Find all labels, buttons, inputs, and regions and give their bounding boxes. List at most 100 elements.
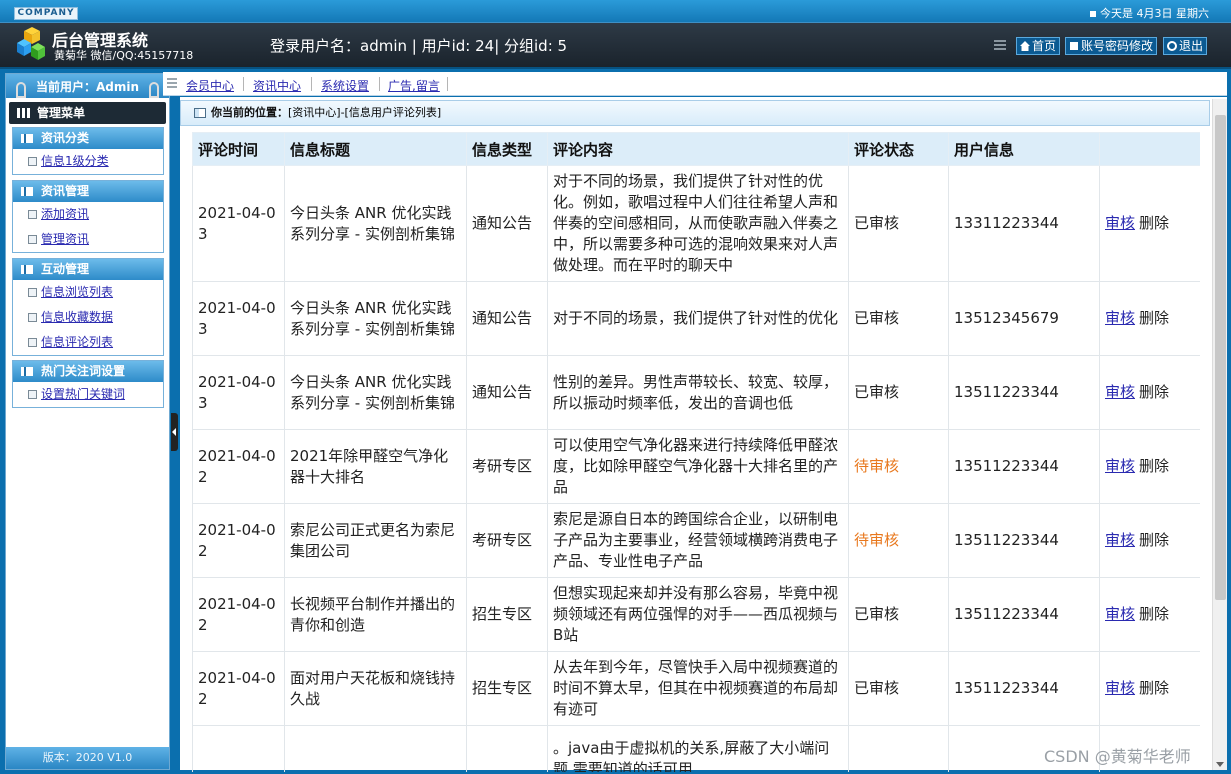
document-icon (1069, 41, 1079, 51)
nav-system-settings[interactable]: 系统设置 (321, 77, 369, 94)
login-info: 登录用户名：admin | 用户id: 24| 分组id: 5 (270, 37, 568, 55)
date-display: 今天是 4月3日 星期六 (1090, 5, 1209, 21)
home-button[interactable]: 首页 (1016, 37, 1061, 55)
breadcrumb-label: 你当前的位置： (211, 106, 288, 119)
cell-content: 索尼是源自日本的跨国综合企业，以研制电子产品为主要事业，经营领域横跨消费电子产品… (547, 503, 849, 578)
nav-ads-messages[interactable]: 广告,留言 (388, 77, 440, 94)
menu-group-interaction: 互动管理 信息浏览列表 信息收藏数据 信息评论列表 (12, 258, 164, 356)
cell-content: 对于不同的场景，我们提供了针对性的优化 (547, 281, 849, 356)
delete-link[interactable]: 删除 (1139, 679, 1169, 697)
nav-separator (243, 77, 244, 91)
col-header-user: 用户信息 (948, 132, 1100, 166)
pin-icon (149, 82, 159, 98)
sidebar-item-favorites[interactable]: 信息收藏数据 (13, 305, 163, 330)
sidebar-item-comments[interactable]: 信息评论列表 (13, 330, 163, 355)
scroll-down-arrow-icon[interactable] (1216, 762, 1224, 767)
cell-actions: 审核 删除 (1099, 577, 1200, 652)
grip-icon (167, 78, 177, 90)
table-row: 2021-04-03 今日头条 ANR 优化实践系列分享 - 实例剖析集锦 通知公告… (192, 281, 1200, 356)
collapse-sidebar-handle[interactable] (171, 413, 178, 451)
logout-button[interactable]: 退出 (1163, 37, 1208, 55)
table-row: 2021-04-02 面对用户天花板和烧钱持久战 招生专区 从去年到今年，尽管快手入局… (192, 651, 1200, 726)
menu-group-hot-words: 热门关注词设置 设置热门关键词 (12, 360, 164, 408)
cell-time: 2021-04-03 (192, 281, 285, 356)
cell-type: 通知公告 (466, 165, 548, 282)
top-header: COMPANY 今天是 4月3日 星期六 后台管理系统 黄菊华 微信/QQ:45… (0, 0, 1231, 69)
doc-icon (28, 338, 37, 347)
cell-type: 通知公告 (466, 355, 548, 430)
sidebar-item-add-news[interactable]: 添加资讯 (13, 202, 163, 227)
nav-news-center[interactable]: 资讯中心 (253, 77, 301, 94)
doc-icon (28, 313, 37, 322)
cell-time (192, 725, 285, 772)
delete-link[interactable]: 删除 (1139, 605, 1169, 623)
doc-icon (28, 210, 37, 219)
col-header-time: 评论时间 (192, 132, 285, 166)
cell-type: 考研专区 (466, 429, 548, 504)
table-row: 2021-04-02 2021年除甲醛空气净化器十大排名 考研专区 可以使用空气净化器… (192, 429, 1200, 504)
group-header[interactable]: 资讯管理 (13, 181, 163, 202)
cell-status: 已审核 (848, 651, 949, 726)
cell-status: 已审核 (848, 577, 949, 652)
watermark: CSDN @黄菊华老师 (1044, 747, 1191, 766)
group-icon (21, 187, 33, 196)
grid-icon (17, 108, 31, 118)
nav-separator (447, 77, 448, 91)
review-link[interactable]: 审核 (1105, 214, 1135, 232)
breadcrumb: 你当前的位置：[资讯中心]-[信息用户评论列表] (180, 100, 1210, 126)
vertical-scrollbar[interactable] (1212, 99, 1227, 770)
cell-user: 13512345679 (948, 281, 1100, 356)
table-row: 2021-04-03 今日头条 ANR 优化实践系列分享 - 实例剖析集锦 通知公告… (192, 355, 1200, 430)
cell-actions: 审核 删除 (1099, 165, 1200, 282)
table-row: 2021-04-03 今日头条 ANR 优化实践系列分享 - 实例剖析集锦 通知公告… (192, 165, 1200, 282)
group-header[interactable]: 互动管理 (13, 259, 163, 280)
group-icon (21, 367, 33, 376)
review-link[interactable]: 审核 (1105, 309, 1135, 327)
square-icon (1090, 11, 1096, 17)
cell-user: 13511223344 (948, 577, 1100, 652)
menu-group-news-manage: 资讯管理 添加资讯 管理资讯 (12, 180, 164, 253)
col-header-type: 信息类型 (466, 132, 548, 166)
system-subtitle: 黄菊华 微信/QQ:45157718 (54, 49, 194, 62)
group-header[interactable]: 热门关注词设置 (13, 361, 163, 382)
cell-time: 2021-04-02 (192, 503, 285, 578)
review-link[interactable]: 审核 (1105, 605, 1135, 623)
delete-link[interactable]: 删除 (1139, 383, 1169, 401)
cell-title: 面对用户天花板和烧钱持久战 (284, 651, 467, 726)
review-link[interactable]: 审核 (1105, 531, 1135, 549)
pin-icon (16, 82, 26, 98)
sidebar-item-level1-category[interactable]: 信息1级分类 (13, 149, 163, 174)
cell-type: 通知公告 (466, 281, 548, 356)
sidebar-item-manage-news[interactable]: 管理资讯 (13, 227, 163, 252)
nav-member-center[interactable]: 会员中心 (186, 77, 234, 94)
sidebar-item-hot-keywords[interactable]: 设置热门关键词 (13, 382, 163, 407)
menu-header: 管理菜单 (9, 102, 166, 124)
cell-status: 待审核 (848, 429, 949, 504)
cell-type: 招生专区 (466, 651, 548, 726)
cubes-logo-icon (17, 27, 45, 60)
cell-title: 索尼公司正式更名为索尼集团公司 (284, 503, 467, 578)
cell-actions: 审核 删除 (1099, 651, 1200, 726)
delete-link[interactable]: 删除 (1139, 457, 1169, 475)
table-header-row: 评论时间 信息标题 信息类型 评论内容 评论状态 用户信息 (192, 132, 1200, 166)
cell-title (284, 725, 467, 772)
cell-title: 2021年除甲醛空气净化器十大排名 (284, 429, 467, 504)
delete-link[interactable]: 删除 (1139, 309, 1169, 327)
cell-user: 13511223344 (948, 503, 1100, 578)
cell-time: 2021-04-02 (192, 577, 285, 652)
cell-status: 已审核 (848, 165, 949, 282)
cell-content: 。java由于虚拟机的关系,屏蔽了大小端问题,需要知道的话可用 (547, 725, 849, 772)
group-header[interactable]: 资讯分类 (13, 128, 163, 149)
delete-link[interactable]: 删除 (1139, 531, 1169, 549)
review-link[interactable]: 审核 (1105, 457, 1135, 475)
menu-group-news-category: 资讯分类 信息1级分类 (12, 127, 164, 175)
password-button[interactable]: 账号密码修改 (1065, 37, 1158, 55)
table-body: 2021-04-03 今日头条 ANR 优化实践系列分享 - 实例剖析集锦 通知公告… (192, 165, 1200, 772)
review-link[interactable]: 审核 (1105, 383, 1135, 401)
delete-link[interactable]: 删除 (1139, 214, 1169, 232)
review-link[interactable]: 审核 (1105, 679, 1135, 697)
scroll-thumb[interactable] (1215, 115, 1226, 600)
group-icon (21, 265, 33, 274)
sidebar-item-browse-list[interactable]: 信息浏览列表 (13, 280, 163, 305)
doc-icon (28, 288, 37, 297)
